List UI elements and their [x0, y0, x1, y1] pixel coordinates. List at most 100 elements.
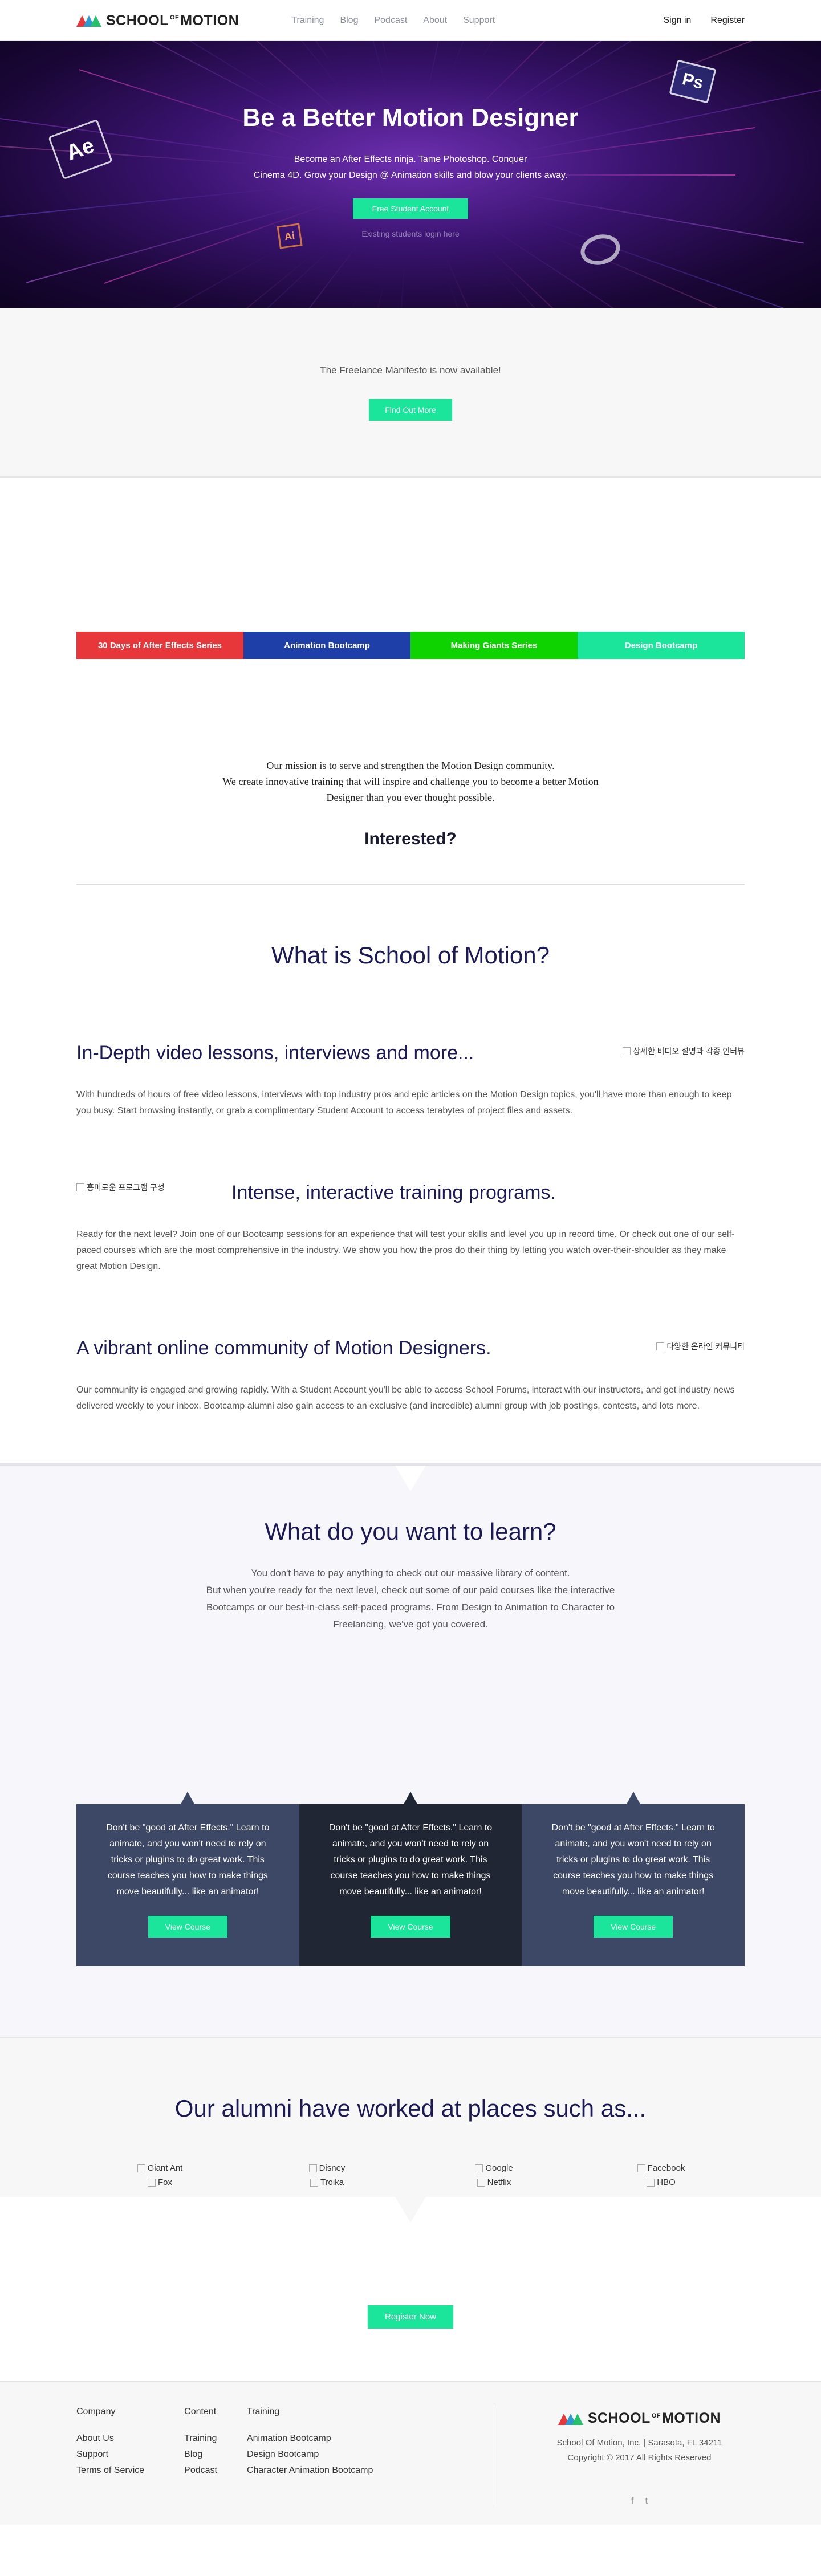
company-logo: Fox	[148, 2176, 172, 2189]
what-is-heading: What is School of Motion?	[271, 942, 550, 968]
logo-mark-icon	[76, 14, 101, 27]
light-ray	[291, 280, 385, 308]
nav-link-podcast[interactable]: Podcast	[374, 15, 407, 26]
find-out-more-button[interactable]: Find Out More	[369, 399, 452, 421]
course-card-text: Don't be "good at After Effects." Learn …	[551, 1823, 715, 1897]
footer: Company About Us Support Terms of Servic…	[0, 2381, 821, 2525]
learn-intro: You don't have to pay anything to check …	[0, 1565, 821, 1633]
nav-link-support[interactable]: Support	[463, 15, 495, 26]
hero-subtitle-line1: Become an After Effects ninja. Tame Phot…	[294, 154, 527, 164]
nav-link-blog[interactable]: Blog	[340, 15, 358, 26]
mission-line: Designer than you ever thought possible.	[326, 792, 495, 803]
feature-image: 흥미로운 프로그램 구성	[76, 1182, 165, 1193]
register-link[interactable]: Register	[710, 15, 745, 26]
feature-text: Ready for the next level? Join one of ou…	[76, 1230, 735, 1271]
alumni-logos: Giant Ant Fox Disney Troika Google Netflix …	[76, 2162, 745, 2191]
company-logo: Giant Ant	[137, 2162, 183, 2175]
footer-col-title: Training	[246, 2407, 280, 2416]
nav-link-training[interactable]: Training	[291, 15, 324, 26]
alumni-heading: Our alumni have worked at places such as…	[174, 2095, 647, 2122]
view-course-button[interactable]: View Course	[594, 1916, 673, 1938]
footer-link-training[interactable]: Training	[184, 2431, 217, 2447]
divider	[76, 884, 745, 885]
footer-link-character-bootcamp[interactable]: Character Animation Bootcamp	[247, 2463, 373, 2479]
footer-address: School Of Motion, Inc. | Sarasota, FL 34…	[556, 2438, 722, 2448]
free-student-account-button[interactable]: Free Student Account	[352, 198, 469, 219]
footer-link-about-us[interactable]: About Us	[76, 2431, 144, 2447]
company-logo: Troika	[310, 2176, 344, 2189]
course-card-text: Don't be "good at After Effects." Learn …	[328, 1823, 493, 1897]
logo-text-school: SCHOOL	[587, 2410, 651, 2426]
feature-title: Intense, interactive training programs.	[231, 1182, 556, 1203]
signin-link[interactable]: Sign in	[664, 15, 692, 26]
register-section: Register Now	[0, 2197, 821, 2381]
mission-line: We create innovative training that will …	[222, 776, 599, 787]
section-arrow-icon	[395, 1466, 426, 1491]
footer-col-title: Company	[76, 2407, 116, 2416]
footer-brand: SCHOOL OFMOTION School Of Motion, Inc. | …	[494, 2407, 745, 2506]
mission-statement: Our mission is to serve and strengthen t…	[76, 758, 745, 805]
course-card-text: Don't be "good at After Effects." Learn …	[106, 1823, 270, 1897]
series-tab-animation-bootcamp[interactable]: Animation Bootcamp	[243, 632, 410, 659]
feature-text: With hundreds of hours of free video les…	[76, 1090, 732, 1116]
footer-copyright: Copyright © 2017 All Rights Reserved	[567, 2453, 712, 2463]
course-cards: Don't be "good at After Effects." Learn …	[76, 1804, 745, 1966]
hero-title: Be a Better Motion Designer	[242, 104, 579, 132]
alumni-section: Our alumni have worked at places such as…	[0, 2037, 821, 2197]
footer-link-podcast[interactable]: Podcast	[184, 2463, 217, 2479]
learn-section: What do you want to learn? You don't hav…	[0, 1463, 821, 2037]
logo-text-school: SCHOOL	[106, 12, 169, 29]
feature-text: Our community is engaged and growing rap…	[76, 1385, 735, 1411]
feature-training-programs: 흥미로운 프로그램 구성 Intense, interactive traini…	[76, 1182, 745, 1275]
light-ray	[489, 249, 665, 308]
section-arrow-icon	[395, 2197, 426, 2223]
learn-intro-line: You don't have to pay anything to check …	[251, 1568, 570, 1578]
series-tab-design-bootcamp[interactable]: Design Bootcamp	[578, 632, 745, 659]
logo-text-of: OF	[651, 2412, 661, 2419]
hero-banner: Ae Ps Ai Be a Better Motion Designer Bec…	[0, 41, 821, 308]
footer-col-content: Content Training Blog Podcast	[184, 2407, 217, 2506]
interested-heading: Interested?	[364, 829, 457, 848]
feature-image: 상세한 비디오 설명과 각종 인터뷰	[623, 1045, 745, 1057]
footer-col-training: Training Animation Bootcamp Design Bootc…	[247, 2407, 373, 2506]
feature-video-lessons: In-Depth video lessons, interviews and m…	[76, 1042, 745, 1119]
light-ray	[494, 303, 683, 308]
view-course-button[interactable]: View Course	[148, 1916, 227, 1938]
top-nav: SCHOOL OFMOTION Training Blog Podcast Abo…	[0, 0, 821, 41]
company-logo: Google	[475, 2162, 513, 2175]
series-bar: 30 Days of After Effects Series Animatio…	[76, 632, 745, 659]
logo-text-of: OF	[169, 14, 180, 22]
footer-col-title: Content	[184, 2407, 217, 2416]
register-now-button[interactable]: Register Now	[367, 2305, 454, 2329]
footer-logo[interactable]: SCHOOL OFMOTION	[534, 2410, 745, 2427]
footer-link-animation-bootcamp[interactable]: Animation Bootcamp	[247, 2431, 373, 2447]
facebook-icon[interactable]: f	[631, 2496, 633, 2506]
feature-title: A vibrant online community of Motion Des…	[76, 1337, 491, 1359]
logo-text-motion: MOTION	[180, 12, 239, 29]
manifesto-banner: The Freelance Manifesto is now available…	[0, 308, 821, 478]
footer-link-design-bootcamp[interactable]: Design Bootcamp	[247, 2447, 373, 2463]
course-card: Don't be "good at After Effects." Learn …	[299, 1804, 522, 1966]
nav-link-about[interactable]: About	[423, 15, 447, 26]
series-tab-30-days[interactable]: 30 Days of After Effects Series	[76, 632, 243, 659]
logo-mark-icon	[558, 2412, 583, 2425]
mission-line: Our mission is to serve and strengthen t…	[266, 760, 555, 771]
company-logo: Disney	[309, 2162, 346, 2175]
existing-students-login-link[interactable]: Existing students login here	[0, 229, 821, 238]
social-links: f t	[534, 2496, 745, 2506]
hero-subtitle-line2: Cinema 4D. Grow your Design @ Animation …	[253, 170, 568, 180]
company-logo: HBO	[647, 2176, 676, 2189]
view-course-button[interactable]: View Course	[371, 1916, 450, 1938]
course-card: Don't be "good at After Effects." Learn …	[76, 1804, 299, 1966]
logo[interactable]: SCHOOL OFMOTION	[76, 13, 239, 29]
footer-col-company: Company About Us Support Terms of Servic…	[76, 2407, 144, 2506]
manifesto-text: The Freelance Manifesto is now available…	[320, 365, 501, 376]
footer-link-terms[interactable]: Terms of Service	[76, 2463, 144, 2479]
company-logo: Facebook	[637, 2162, 685, 2175]
company-logo: Netflix	[477, 2176, 511, 2189]
footer-link-blog[interactable]: Blog	[184, 2447, 217, 2463]
footer-link-support[interactable]: Support	[76, 2447, 144, 2463]
series-tab-making-giants[interactable]: Making Giants Series	[410, 632, 578, 659]
feature-image: 다양한 온라인 커뮤니티	[656, 1341, 745, 1352]
twitter-icon[interactable]: t	[645, 2496, 648, 2506]
